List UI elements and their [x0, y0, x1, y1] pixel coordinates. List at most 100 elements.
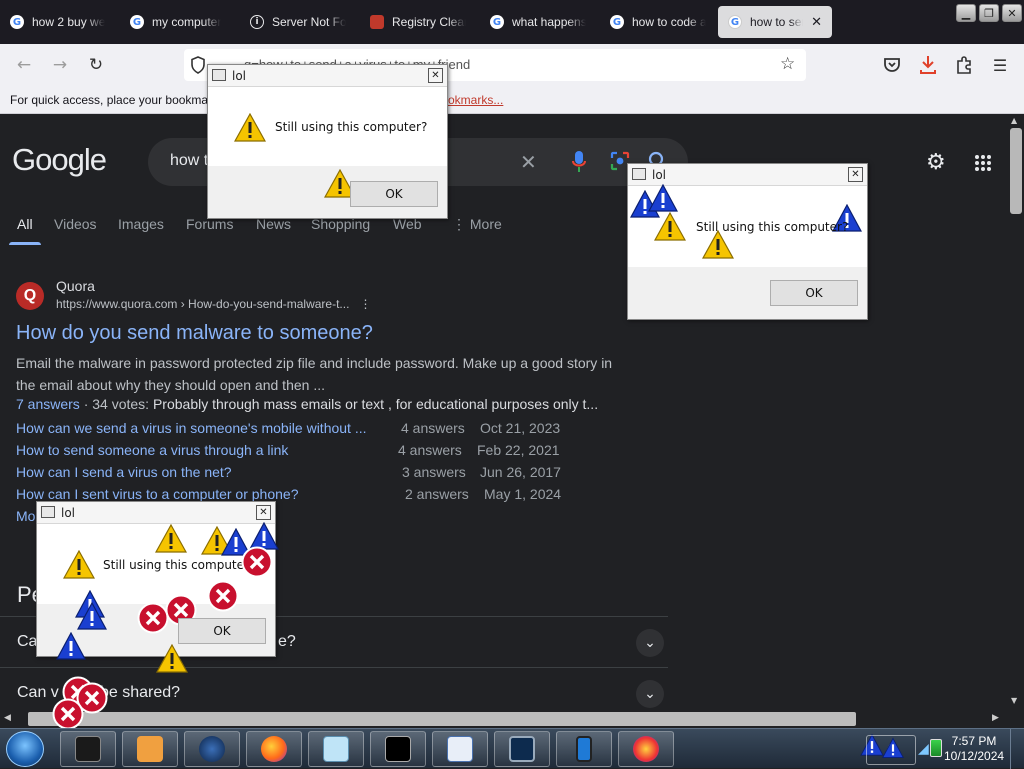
lol-dialog[interactable]: lol ✕ Still using this computer? OK [207, 64, 448, 219]
error-icon [207, 580, 239, 612]
scroll-left-arrow-icon[interactable]: ◀ [4, 713, 11, 723]
vertical-scrollbar[interactable]: ▲ ▼ [1008, 114, 1024, 710]
ok-button[interactable]: OK [770, 280, 858, 306]
dialog-close-button[interactable]: ✕ [428, 68, 443, 83]
result-url[interactable]: https://www.quora.com › How-do-you-send-… [56, 297, 371, 311]
dialog-titlebar[interactable]: lol ✕ [628, 164, 867, 186]
clear-icon[interactable]: ✕ [520, 150, 537, 174]
tab-videos[interactable]: Videos [54, 216, 97, 232]
ok-button[interactable]: OK [178, 618, 266, 644]
tab-what-happens[interactable]: G what happens [480, 6, 596, 38]
back-arrow-icon[interactable]: ← [12, 53, 36, 77]
scrollbar-thumb[interactable] [1010, 128, 1022, 214]
google-icon: G [490, 15, 504, 29]
taskbar-app-phone[interactable] [556, 731, 612, 767]
scroll-right-arrow-icon[interactable]: ▶ [992, 713, 999, 723]
chevron-down-icon[interactable]: ⌄ [636, 629, 664, 657]
taskbar-app-media-player[interactable] [122, 731, 178, 767]
google-icon: G [610, 15, 624, 29]
extensions-icon[interactable] [954, 55, 974, 75]
media-player-icon [137, 736, 163, 762]
tab-how-2-buy[interactable]: G how 2 buy we [0, 6, 116, 38]
taskbar-clock[interactable]: 7:57 PM 10/12/2024 [944, 734, 1004, 764]
scrollbar-thumb[interactable] [28, 712, 856, 726]
start-button[interactable] [6, 731, 44, 767]
download-icon[interactable] [918, 54, 938, 76]
battery-icon[interactable] [930, 739, 942, 757]
apps-grid-icon[interactable] [974, 154, 992, 172]
related-date: May 1, 2024 [484, 486, 562, 502]
tab-more[interactable]: ⋮ More [452, 216, 502, 233]
more-answers-link[interactable]: Mo [16, 508, 35, 524]
show-desktop-button[interactable] [1010, 729, 1024, 769]
dialog-titlebar[interactable]: lol ✕ [37, 502, 275, 524]
maximize-button[interactable]: ❐ [979, 4, 999, 22]
forward-arrow-icon[interactable]: → [48, 53, 72, 77]
shield-icon[interactable] [190, 56, 206, 74]
ok-button[interactable]: OK [350, 181, 438, 207]
google-icon: G [10, 15, 24, 29]
lol-dialog[interactable]: lol ✕ Still using this computer? OK [627, 163, 868, 320]
google-icon: G [728, 15, 742, 29]
cmd-icon [385, 736, 411, 762]
minimize-button[interactable]: ▁ [956, 4, 976, 22]
tab-registry-cleaner[interactable]: Registry Clear [360, 6, 476, 38]
tab-server-not-found[interactable]: i Server Not Fo [240, 6, 356, 38]
phone-icon [576, 736, 592, 762]
scroll-down-arrow-icon[interactable]: ▼ [1011, 696, 1017, 705]
related-question-link[interactable]: How to send someone a virus through a li… [16, 442, 288, 458]
taskbar-app-terminal[interactable] [60, 731, 116, 767]
horizontal-scrollbar[interactable]: ◀ ▶ [0, 710, 1024, 728]
scroll-up-arrow-icon[interactable]: ▲ [1011, 116, 1017, 125]
related-question-row[interactable]: How can I send a virus on the net? 3 ans… [16, 464, 576, 486]
related-question-link[interactable]: How can I send a virus on the net? [16, 464, 232, 480]
related-question-link[interactable]: How can I sent virus to a computer or ph… [16, 486, 298, 502]
related-answers-count: 2 answers [405, 486, 469, 502]
taskbar-app-wordpad[interactable] [432, 731, 488, 767]
tab-how-to-code[interactable]: G how to code a [600, 6, 716, 38]
warning-icon [654, 212, 686, 241]
close-tab-icon[interactable]: ✕ [811, 15, 822, 30]
dialog-title: lol [232, 69, 247, 83]
dialog-close-button[interactable]: ✕ [256, 505, 271, 520]
related-question-row[interactable]: How can we send a virus in someone's mob… [16, 420, 576, 442]
menu-icon[interactable]: ☰ [988, 53, 1012, 77]
answers-link[interactable]: 7 answers [16, 396, 80, 412]
blue-warning-icon[interactable] [882, 737, 904, 759]
info-icon: i [250, 15, 264, 29]
taskbar-app-firefox[interactable] [246, 731, 302, 767]
google-logo[interactable]: Google [12, 142, 107, 178]
related-date: Oct 21, 2023 [480, 420, 561, 436]
result-site-name[interactable]: Quora [56, 278, 95, 294]
close-window-button[interactable]: ✕ [1002, 4, 1022, 22]
taskbar-app-cmd[interactable] [370, 731, 426, 767]
quora-icon: Q [16, 282, 44, 310]
browser-tab-strip: G how 2 buy we G my computer i Server No… [0, 0, 1024, 44]
search-tabs: All Videos Images Forums News Shopping W… [0, 216, 1024, 246]
chevron-down-icon[interactable]: ⌄ [636, 680, 664, 708]
network-icon[interactable]: ◢ [918, 741, 929, 757]
reload-icon[interactable]: ↻ [84, 53, 108, 77]
microphone-icon[interactable] [572, 151, 586, 173]
bookmark-star-icon[interactable]: ☆ [780, 54, 795, 74]
related-question-link[interactable]: How can we send a virus in someone's mob… [16, 420, 367, 436]
warning-icon [63, 550, 95, 579]
manage-bookmarks-link[interactable]: okmarks... [448, 93, 503, 107]
taskbar-app-globe[interactable] [184, 731, 240, 767]
related-question-row[interactable]: How to send someone a virus through a li… [16, 442, 576, 464]
tab-images[interactable]: Images [118, 216, 164, 232]
tab-how-to-send[interactable]: G how to send ✕ [718, 6, 832, 38]
more-options-icon[interactable]: ⋮ [359, 297, 371, 311]
result-title-link[interactable]: How do you send malware to someone? [16, 322, 373, 345]
tab-my-computer[interactable]: G my computer [120, 6, 236, 38]
more-dots-icon: ⋮ [452, 216, 470, 232]
pocket-icon[interactable] [882, 55, 902, 75]
browser-toolbar: ← → ↻ q=how+to+send+a+virus+to+my+friend… [0, 44, 1024, 86]
dialog-close-button[interactable]: ✕ [848, 167, 863, 182]
taskbar-app-paint[interactable] [618, 731, 674, 767]
dialog-titlebar[interactable]: lol ✕ [208, 65, 447, 87]
tab-all[interactable]: All [9, 216, 40, 245]
settings-gear-icon[interactable]: ⚙ [926, 150, 946, 175]
taskbar-app-notepad[interactable] [308, 731, 364, 767]
taskbar-app-window[interactable] [494, 731, 550, 767]
